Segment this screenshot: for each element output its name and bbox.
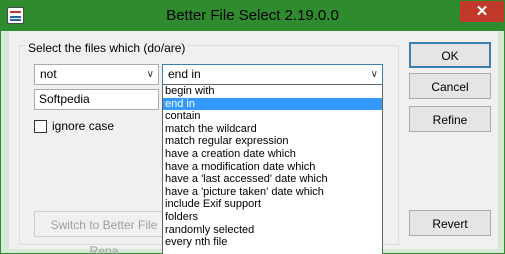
dropdown-option-selected[interactable]: end in (163, 97, 382, 111)
title-bar[interactable]: Better File Select 2.19.0.0 ✕ (1, 1, 504, 31)
revert-button[interactable]: Revert (409, 210, 491, 236)
close-button[interactable]: ✕ (460, 1, 504, 22)
pattern-input[interactable]: Softpedia (34, 89, 159, 110)
dropdown-option[interactable]: have a modification date which (163, 161, 382, 174)
dropdown-option[interactable]: contain (163, 110, 382, 123)
dropdown-option[interactable]: have a 'last accessed' date which (163, 173, 382, 186)
dropdown-option[interactable]: match regular expression (163, 135, 382, 148)
group-label: Select the files which (do/are) (26, 41, 188, 55)
dropdown-option[interactable]: have a creation date which (163, 148, 382, 161)
ignore-case-checkbox[interactable] (34, 120, 47, 133)
ok-button[interactable]: OK (409, 42, 491, 68)
window-title: Better File Select 2.19.0.0 (166, 7, 339, 24)
dropdown-option[interactable]: match the wildcard (163, 123, 382, 136)
dropdown-option[interactable]: have a 'picture taken' date which (163, 186, 382, 199)
dropdown-option[interactable]: begin with (163, 85, 382, 98)
negation-value: not (40, 67, 57, 81)
condition-dropdown-list[interactable]: begin with end in contain match the wild… (162, 84, 383, 254)
condition-value: end in (168, 67, 201, 81)
chevron-down-icon: ∨ (370, 69, 378, 80)
refine-button[interactable]: Refine (409, 106, 491, 132)
chevron-down-icon: ∨ (146, 69, 154, 80)
dropdown-option[interactable]: every nth file (163, 236, 382, 249)
condition-select[interactable]: end in ∨ (162, 64, 383, 85)
dropdown-option[interactable]: folders (163, 211, 382, 224)
dropdown-option[interactable]: include Exif support (163, 198, 382, 211)
app-window: Better File Select 2.19.0.0 ✕ Select the… (0, 0, 505, 254)
dropdown-option[interactable]: randomly selected (163, 224, 382, 237)
switch-to-rename-button[interactable]: Switch to Better File Rena (34, 211, 174, 254)
ignore-case-label[interactable]: ignore case (52, 119, 114, 133)
negation-select[interactable]: not ∨ (34, 64, 159, 85)
cancel-button[interactable]: Cancel (409, 73, 491, 99)
